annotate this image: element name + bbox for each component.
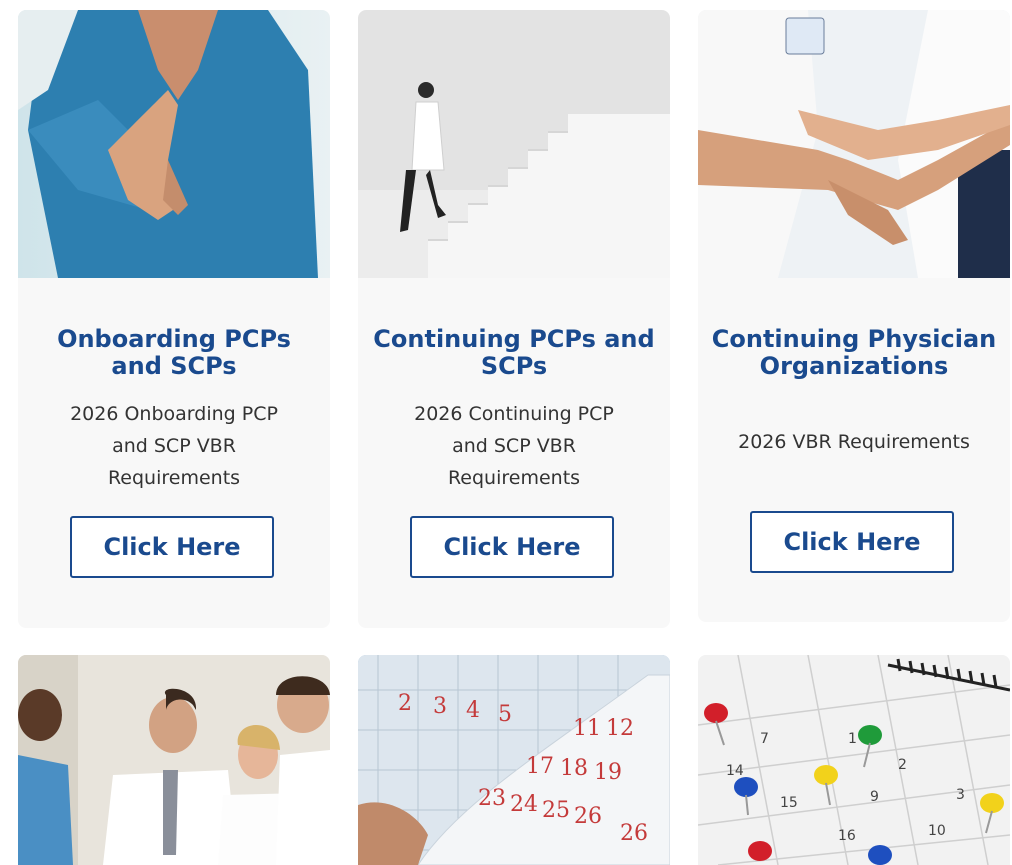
calendar-number: 12	[606, 716, 634, 741]
calendar-number: 11	[573, 716, 601, 741]
card-title: Continuing PCPs and SCPs	[373, 325, 655, 380]
team-hands-photo	[698, 10, 1010, 278]
card-title: Continuing Physician Organizations	[711, 325, 997, 380]
calendar-number: 24	[510, 792, 538, 817]
calendar-number: 23	[478, 786, 506, 811]
card-description: 2026 Continuing PCP and SCP VBR Requirem…	[414, 403, 614, 489]
calendar-number: 16	[838, 828, 856, 844]
calendar-number: 2	[898, 757, 907, 773]
calendar-number: 5	[498, 702, 512, 727]
calendar-number: 26	[620, 821, 648, 846]
card-description: 2026 Onboarding PCP and SCP VBR Requirem…	[70, 403, 278, 489]
calendar-number: 19	[594, 760, 622, 785]
calendar-number: 9	[870, 789, 879, 805]
calendar-pins-photo: 7 1 2 14 15 9 3 16 10	[698, 655, 1010, 865]
click-here-button[interactable]: Click Here	[750, 511, 954, 573]
calendar-number: 26	[574, 804, 602, 829]
calendar-number: 25	[542, 798, 570, 823]
handshake-photo	[18, 10, 330, 278]
card-calendar-pages: 2 3 4 5 11 12 17 18 19 23 24 25 26 26	[358, 655, 670, 865]
calendar-number: 1	[848, 731, 857, 747]
card-onboarding: Onboarding PCPs and SCPs 2026 Onboarding…	[18, 10, 330, 628]
medical-team-photo	[18, 655, 330, 865]
calendar-number: 3	[956, 787, 965, 803]
card-calendar-pins: 7 1 2 14 15 9 3 16 10	[698, 655, 1010, 865]
calendar-number: 18	[560, 756, 588, 781]
doctor-stairs-photo	[358, 10, 670, 278]
click-here-button[interactable]: Click Here	[70, 516, 274, 578]
calendar-number: 14	[726, 763, 744, 779]
click-here-button[interactable]: Click Here	[410, 516, 614, 578]
card-continuing-organizations: Continuing Physician Organizations 2026 …	[698, 10, 1010, 622]
calendar-number: 2	[398, 691, 412, 716]
calendar-number: 15	[780, 795, 798, 811]
calendar-number: 3	[433, 694, 447, 719]
calendar-number: 4	[466, 698, 480, 723]
card-description: 2026 VBR Requirements	[738, 431, 970, 453]
calendar-number: 7	[760, 731, 769, 747]
calendar-number: 10	[928, 823, 946, 839]
card-title: Onboarding PCPs and SCPs	[57, 325, 291, 380]
calendar-pages-photo: 2 3 4 5 11 12 17 18 19 23 24 25 26 26	[358, 655, 670, 865]
card-continuing-pcps: Continuing PCPs and SCPs 2026 Continuing…	[358, 10, 670, 628]
card-medical-team	[18, 655, 330, 865]
calendar-number: 17	[526, 754, 554, 779]
